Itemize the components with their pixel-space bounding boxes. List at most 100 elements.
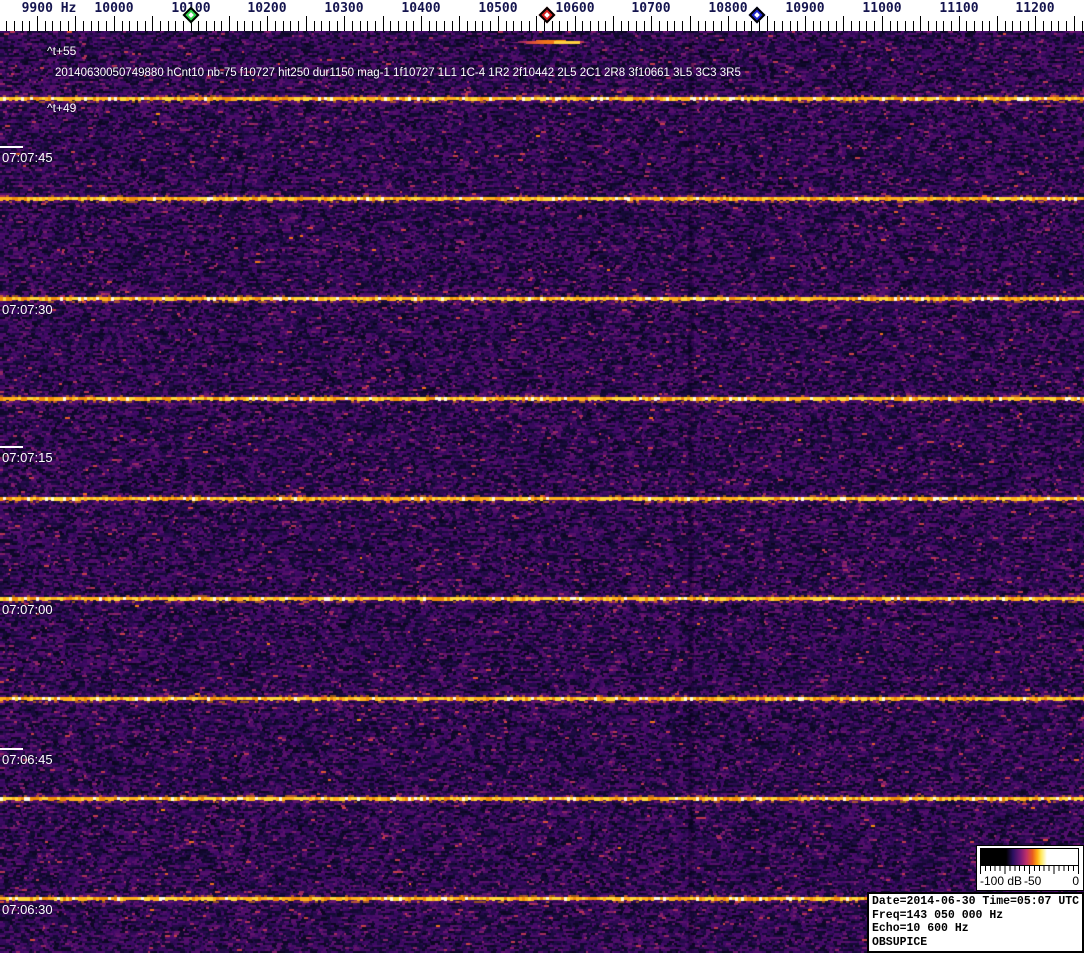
- freq-tick: [813, 21, 814, 31]
- color-scale-gradient: [980, 848, 1079, 866]
- info-box: Date=2014-06-30 Time=05:07 UTC Freq=143 …: [867, 892, 1084, 953]
- freq-tick: [45, 21, 46, 31]
- freq-tick: [759, 21, 760, 31]
- freq-tick: [989, 21, 990, 31]
- freq-tick: [805, 16, 806, 31]
- freq-label: 10500: [478, 1, 517, 16]
- freq-tick: [344, 16, 345, 31]
- freq-tick: [1043, 21, 1044, 31]
- freq-tick: [275, 21, 276, 31]
- freq-tick: [398, 21, 399, 31]
- color-scale-label-min: -100 dB: [980, 874, 1022, 888]
- freq-tick: [1066, 21, 1067, 31]
- freq-tick: [6, 21, 7, 31]
- freq-tick: [452, 21, 453, 31]
- freq-tick: [421, 16, 422, 31]
- freq-tick: [897, 21, 898, 31]
- spectrogram-app: 9900 Hz100001010010200103001040010500106…: [0, 0, 1084, 953]
- freq-tick: [636, 21, 637, 31]
- info-line-freq: Freq=143 050 000 Hz: [872, 909, 1079, 923]
- freq-tick: [175, 21, 176, 31]
- freq-tick: [168, 21, 169, 31]
- freq-tick: [859, 21, 860, 31]
- freq-tick: [475, 21, 476, 31]
- freq-tick: [429, 21, 430, 31]
- freq-tick: [905, 21, 906, 31]
- freq-tick: [582, 21, 583, 31]
- freq-tick: [390, 21, 391, 31]
- freq-tick: [214, 21, 215, 31]
- freq-tick: [244, 21, 245, 31]
- freq-tick: [959, 16, 960, 31]
- freq-tick: [628, 21, 629, 31]
- freq-tick: [936, 21, 937, 31]
- freq-tick: [360, 21, 361, 31]
- freq-tick: [183, 21, 184, 31]
- freq-tick: [920, 16, 921, 31]
- freq-tick: [943, 21, 944, 31]
- freq-tick: [974, 21, 975, 31]
- freq-tick: [890, 21, 891, 31]
- freq-tick: [137, 21, 138, 31]
- freq-tick: [567, 21, 568, 31]
- freq-tick: [436, 21, 437, 31]
- freq-tick: [459, 16, 460, 31]
- freq-marker-red-diamond[interactable]: [539, 7, 556, 24]
- freq-tick: [68, 21, 69, 31]
- freq-tick: [206, 21, 207, 31]
- freq-tick: [29, 21, 30, 31]
- freq-tick: [751, 21, 752, 31]
- color-scale: -100 dB -50 0: [976, 845, 1084, 891]
- time-label: 07:06:45: [2, 752, 53, 767]
- freq-tick: [383, 16, 384, 31]
- freq-tick: [690, 16, 691, 31]
- time-tick: [0, 748, 23, 750]
- freq-label: 9900 Hz: [22, 1, 77, 16]
- freq-tick: [874, 21, 875, 31]
- freq-tick: [467, 21, 468, 31]
- freq-tick: [114, 16, 115, 31]
- freq-tick: [1074, 16, 1075, 31]
- freq-tick: [37, 16, 38, 31]
- freq-tick: [1082, 21, 1083, 31]
- freq-tick: [698, 21, 699, 31]
- freq-tick: [314, 21, 315, 31]
- freq-tick: [198, 21, 199, 31]
- freq-tick: [221, 21, 222, 31]
- freq-tick: [605, 21, 606, 31]
- freq-tick: [122, 21, 123, 31]
- freq-label: 10300: [324, 1, 363, 16]
- freq-tick: [705, 21, 706, 31]
- freq-tick: [290, 21, 291, 31]
- freq-label: 10600: [555, 1, 594, 16]
- freq-tick: [352, 21, 353, 31]
- freq-tick: [106, 21, 107, 31]
- freq-tick: [544, 21, 545, 31]
- freq-tick: [1035, 16, 1036, 31]
- freq-tick: [267, 16, 268, 31]
- freq-tick: [1058, 21, 1059, 31]
- freq-tick: [682, 21, 683, 31]
- time-label: 07:07:15: [2, 450, 53, 465]
- freq-tick: [590, 21, 591, 31]
- info-line-echo: Echo=10 600 Hz: [872, 922, 1079, 936]
- freq-tick: [60, 21, 61, 31]
- freq-tick: [667, 21, 668, 31]
- freq-tick: [575, 16, 576, 31]
- freq-tick: [951, 21, 952, 31]
- freq-tick: [736, 21, 737, 31]
- freq-tick: [744, 21, 745, 31]
- freq-tick: [828, 21, 829, 31]
- freq-tick: [1051, 21, 1052, 31]
- freq-tick: [413, 21, 414, 31]
- freq-tick: [406, 21, 407, 31]
- freq-tick: [513, 21, 514, 31]
- color-scale-label-max: 0: [1072, 874, 1079, 888]
- freq-label: 11200: [1015, 1, 1054, 16]
- freq-tick: [767, 16, 768, 31]
- freq-tick: [536, 16, 537, 31]
- time-label: 07:07:00: [2, 602, 53, 617]
- freq-tick: [913, 21, 914, 31]
- freq-tick: [482, 21, 483, 31]
- freq-tick: [306, 16, 307, 31]
